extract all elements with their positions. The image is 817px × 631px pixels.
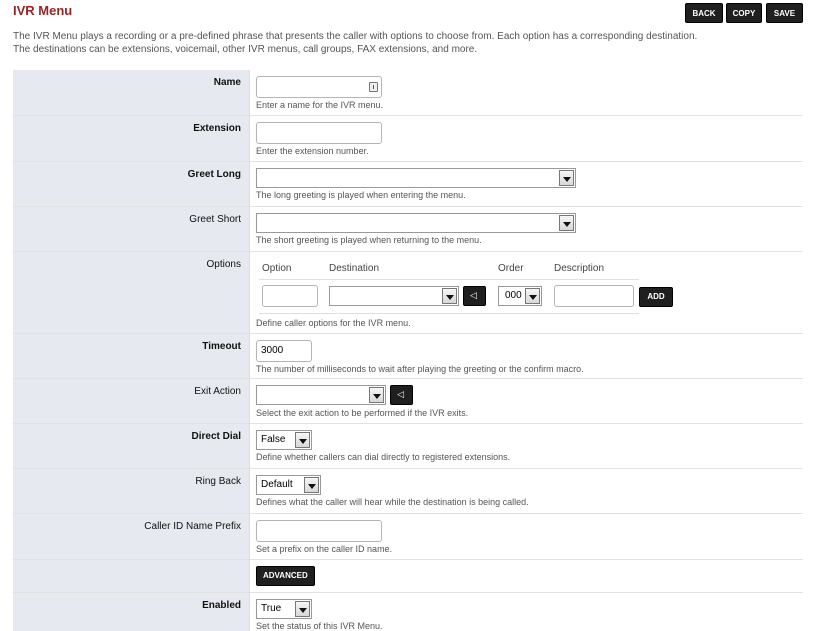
row-greet-long: Greet Long The long greeting is played w… — [13, 162, 803, 207]
page-description: The IVR Menu plays a recording or a pre-… — [13, 31, 698, 55]
chevron-down-icon — [369, 387, 384, 403]
chevron-down-icon — [525, 288, 540, 304]
name-hint: Enter a name for the IVR menu. — [256, 100, 384, 110]
enabled-label: Enabled — [13, 593, 250, 631]
row-exit-action: Exit Action Select the exit action to be… — [13, 379, 803, 424]
back-button[interactable]: BACK — [685, 3, 723, 23]
cid-prefix-hint: Set a prefix on the caller ID name. — [256, 544, 393, 554]
options-hint: Define caller options for the IVR menu. — [256, 318, 411, 328]
name-label: Name — [13, 70, 250, 115]
greet-long-hint: The long greeting is played when enterin… — [256, 190, 466, 200]
copy-button[interactable]: COPY — [726, 3, 762, 23]
advanced-row-label — [13, 560, 250, 592]
cid-prefix-label: Caller ID Name Prefix — [13, 514, 250, 559]
row-name: Name Enter a name for the IVR menu. — [13, 70, 803, 116]
options-header-divider — [259, 279, 639, 280]
greet-short-label: Greet Short — [13, 207, 250, 251]
name-input[interactable] — [256, 76, 382, 98]
order-col-header: Order — [498, 263, 524, 274]
page-title: IVR Menu — [13, 3, 73, 18]
extension-label: Extension — [13, 116, 250, 161]
greet-long-select[interactable] — [256, 168, 576, 188]
option-description-input[interactable] — [554, 285, 634, 307]
row-greet-short: Greet Short The short greeting is played… — [13, 207, 803, 252]
chevron-down-icon — [442, 288, 457, 304]
exit-action-toggle-button[interactable] — [390, 385, 414, 405]
enabled-select[interactable]: True — [256, 599, 312, 619]
ring-back-hint: Defines what the caller will hear while … — [256, 497, 529, 507]
save-button[interactable]: SAVE — [766, 3, 803, 23]
destination-toggle-button[interactable] — [463, 286, 486, 306]
destination-col-header: Destination — [329, 263, 380, 274]
chevron-down-icon — [304, 477, 319, 493]
extension-hint: Enter the extension number. — [256, 146, 369, 156]
cid-prefix-input[interactable] — [256, 520, 382, 542]
greet-long-label: Greet Long — [13, 162, 250, 206]
enabled-hint: Set the status of this IVR Menu. — [256, 621, 383, 631]
option-order-select[interactable]: 000 — [498, 286, 542, 306]
options-row-divider — [259, 313, 639, 314]
option-col-header: Option — [262, 263, 292, 274]
description-col-header: Description — [554, 263, 605, 274]
exit-action-select[interactable] — [256, 385, 386, 405]
row-advanced: ADVANCED — [13, 560, 803, 593]
direct-dial-label: Direct Dial — [13, 424, 250, 468]
input-lock-icon — [369, 82, 378, 92]
exit-action-label: Exit Action — [13, 379, 250, 423]
row-direct-dial: Direct Dial False Define whether callers… — [13, 424, 803, 469]
option-digit-input[interactable] — [262, 285, 318, 307]
greet-short-hint: The short greeting is played when return… — [256, 235, 482, 245]
ring-back-label: Ring Back — [13, 469, 250, 513]
timeout-hint: The number of milliseconds to wait after… — [256, 364, 584, 374]
extension-input[interactable] — [256, 122, 382, 144]
timeout-label: Timeout — [13, 334, 250, 378]
row-extension: Extension Enter the extension number. — [13, 116, 803, 162]
add-option-button[interactable]: ADD — [639, 287, 673, 307]
ring-back-select[interactable]: Default — [256, 475, 321, 495]
chevron-down-icon — [559, 215, 574, 231]
row-cid-prefix: Caller ID Name Prefix Set a prefix on th… — [13, 514, 803, 560]
chevron-down-icon — [295, 432, 310, 448]
timeout-input[interactable]: 3000 — [256, 340, 312, 362]
option-destination-select[interactable] — [329, 286, 459, 306]
row-enabled: Enabled True Set the status of this IVR … — [13, 593, 803, 631]
row-ring-back: Ring Back Default Defines what the calle… — [13, 469, 803, 514]
greet-short-select[interactable] — [256, 213, 576, 233]
direct-dial-select[interactable]: False — [256, 430, 312, 450]
exit-action-hint: Select the exit action to be performed i… — [256, 408, 469, 418]
options-label: Options — [13, 252, 250, 333]
advanced-button[interactable]: ADVANCED — [256, 566, 315, 586]
row-options: Options Option Destination Order Descrip… — [13, 252, 803, 334]
direct-dial-hint: Define whether callers can dial directly… — [256, 452, 511, 462]
row-timeout: Timeout 3000 The number of milliseconds … — [13, 334, 803, 379]
chevron-down-icon — [559, 170, 574, 186]
chevron-down-icon — [295, 601, 310, 617]
